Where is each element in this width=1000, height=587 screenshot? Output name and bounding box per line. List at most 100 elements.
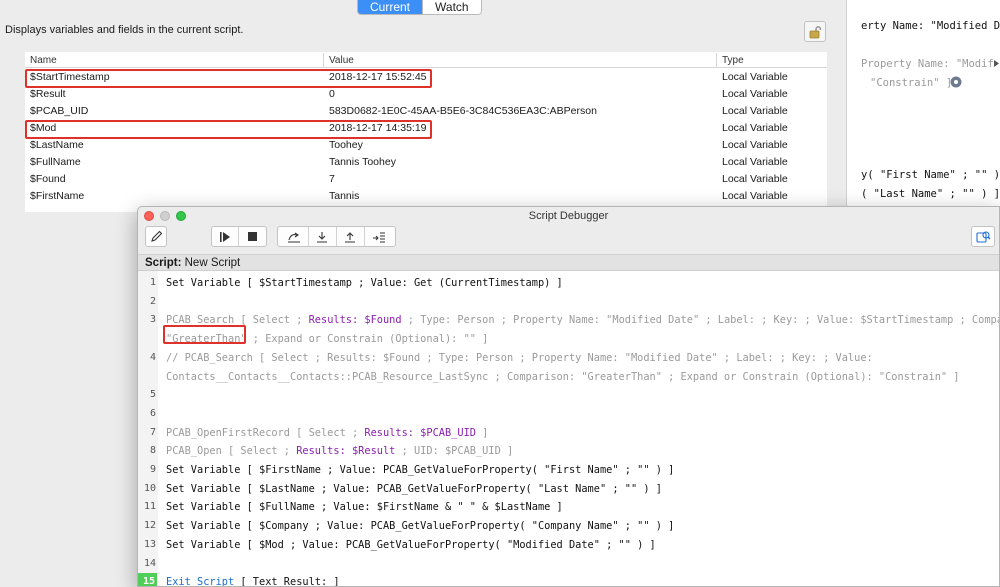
set-next-step-button[interactable]	[365, 227, 393, 246]
line-number[interactable]: 14	[138, 555, 156, 574]
variable-value-cell: 2018-12-17 14:35:19	[329, 122, 427, 134]
variable-value-cell: 583D0682-1E0C-45AA-B5E6-3C84C536EA3C:ABP…	[329, 105, 597, 117]
step-out-button[interactable]	[337, 227, 365, 246]
script-token: Set Variable [ $FirstName ; Value: PCAB_…	[166, 464, 675, 476]
script-token: "GreaterThan"	[166, 333, 247, 346]
table-row[interactable]: $Result 0 Local Variable	[25, 85, 827, 102]
script-step-text: Set Variable [ $FirstName ; Value: PCAB_…	[166, 461, 674, 480]
script-step-line[interactable]: 2	[138, 293, 999, 312]
variable-name-cell: $Result	[30, 88, 66, 100]
line-number[interactable]: 9	[138, 461, 156, 480]
line-number[interactable]: 7	[138, 424, 156, 443]
title-bar[interactable]: Script Debugger	[138, 207, 999, 224]
script-step-line[interactable]: 6	[138, 405, 999, 424]
script-step-line[interactable]: 7 PCAB_OpenFirstRecord [ Select ; Results…	[138, 424, 999, 443]
script-step-text: Set Variable [ $LastName ; Value: PCAB_G…	[166, 480, 662, 499]
pencil-icon	[150, 230, 162, 242]
column-header-type[interactable]: Type	[722, 55, 744, 66]
tab-watch[interactable]: Watch	[422, 0, 481, 14]
script-step-text: // PCAB_Search [ Select ; Results: $Foun…	[166, 349, 873, 368]
variable-value-cell: 7	[329, 173, 335, 185]
variable-type-cell: Local Variable	[722, 88, 788, 100]
variable-type-cell: Local Variable	[722, 105, 788, 117]
variable-name-cell: $FullName	[30, 156, 81, 168]
step-over-button[interactable]	[281, 227, 309, 246]
line-number[interactable]: 11	[138, 498, 156, 517]
script-code-area[interactable]: 1 Set Variable [ $StartTimestamp ; Value:…	[138, 271, 999, 587]
variable-type-cell: Local Variable	[722, 71, 788, 83]
script-name-bar: Script: New Script	[138, 254, 999, 271]
bg-line: erty Name: "Modified Date	[861, 20, 1000, 32]
halt-button[interactable]	[239, 227, 266, 246]
column-header-value[interactable]: Value	[329, 55, 354, 66]
script-step-line[interactable]: 1 Set Variable [ $StartTimestamp ; Value:…	[138, 274, 999, 293]
script-step-line[interactable]: 10 Set Variable [ $LastName ; Value: PCAB…	[138, 480, 999, 499]
scroll-arrow-icon[interactable]	[993, 59, 1000, 68]
table-row[interactable]: $StartTimestamp 2018-12-17 15:52:45 Local …	[25, 68, 827, 85]
variable-value-cell: 2018-12-17 15:52:45	[329, 71, 427, 83]
script-step-line[interactable]: Contacts__Contacts__Contacts::PCAB_Resou…	[138, 368, 999, 387]
script-step-text: Set Variable [ $StartTimestamp ; Value: …	[166, 274, 563, 293]
table-row[interactable]: $Mod 2018-12-17 14:35:19 Local Variable	[25, 119, 827, 136]
variable-type-cell: Local Variable	[722, 173, 788, 185]
table-row[interactable]: $PCAB_UID 583D0682-1E0C-45AA-B5E6-3C84C53…	[25, 102, 827, 119]
line-number[interactable]: 2	[138, 293, 156, 312]
script-step-line[interactable]: 11 Set Variable [ $FullName ; Value: $Fir…	[138, 498, 999, 517]
step-into-button[interactable]	[309, 227, 337, 246]
variable-value-cell: Tannis	[329, 190, 360, 202]
line-number[interactable]: 8	[138, 442, 156, 461]
script-token: Set Variable [ $LastName ; Value: PCAB_G…	[166, 482, 662, 495]
viewer-description: Displays variables and fields in the cur…	[5, 24, 244, 36]
variable-type-cell: Local Variable	[722, 139, 788, 151]
table-row[interactable]: $Found 7 Local Variable	[25, 170, 827, 187]
script-token: ; UID: $PCAB_UID ]	[395, 445, 514, 458]
script-step-line[interactable]: 3 PCAB_Search [ Select ; Results: $Found …	[138, 311, 999, 330]
tab-current[interactable]: Current	[358, 0, 423, 14]
variable-name-cell: $LastName	[30, 139, 84, 151]
line-number[interactable]: 10	[138, 480, 156, 499]
script-token: ; Type: Person ; Property Name: "Modifie…	[401, 314, 1000, 327]
script-step-line[interactable]: 8 PCAB_Open [ Select ; Results: $Result ;…	[138, 442, 999, 461]
variable-name-cell: $FirstName	[30, 190, 85, 202]
variable-name-cell: $PCAB_UID	[30, 105, 89, 117]
run-button[interactable]	[212, 227, 240, 246]
data-viewer-button[interactable]	[971, 226, 995, 247]
script-name: New Script	[184, 257, 241, 269]
line-number[interactable]: 13	[138, 536, 156, 555]
script-step-line[interactable]: "GreaterThan" ; Expand or Constrain (Opt…	[138, 330, 999, 349]
variable-type-cell: Local Variable	[722, 190, 788, 202]
bg-line: Property Name: "Modified D	[861, 58, 1000, 70]
bg-line: ( "Last Name" ; "" ) ]	[861, 188, 1000, 200]
column-header-name[interactable]: Name	[30, 55, 57, 66]
script-step-line[interactable]: 5	[138, 386, 999, 405]
line-number[interactable]: 15	[138, 573, 157, 586]
script-step-line[interactable]: 9 Set Variable [ $FirstName ; Value: PCAB…	[138, 461, 999, 480]
script-step-line[interactable]: 13 Set Variable [ $Mod ; Value: PCAB_GetV…	[138, 536, 999, 555]
script-token: [ Text Result: ]	[234, 576, 340, 587]
edit-script-button[interactable]	[145, 226, 167, 247]
play-icon	[220, 231, 230, 242]
step-controls	[277, 226, 396, 247]
line-number[interactable]: 12	[138, 517, 156, 536]
gear-icon[interactable]	[950, 76, 962, 88]
line-number[interactable]: 4	[138, 349, 156, 368]
script-debugger-window: Script Debugger Script: New Script 1 Set…	[137, 206, 1000, 587]
variable-value-cell: Toohey	[329, 139, 363, 151]
script-token: Results: $Found	[308, 314, 402, 327]
script-step-line[interactable]: 4 // PCAB_Search [ Select ; Results: $Fou…	[138, 349, 999, 368]
script-step-line[interactable]: 14	[138, 555, 999, 574]
table-row[interactable]: $FullName Tannis Toohey Local Variable	[25, 153, 827, 170]
script-token: Set Variable [ $StartTimestamp ; Value: …	[166, 277, 563, 289]
variable-name-cell: $Found	[30, 173, 66, 185]
script-step-line[interactable]: 12 Set Variable [ $Company ; Value: PCAB_…	[138, 517, 999, 536]
line-number[interactable]: 6	[138, 405, 156, 424]
table-row[interactable]: $LastName Toohey Local Variable	[25, 136, 827, 153]
line-number[interactable]: 3	[138, 311, 156, 330]
table-row[interactable]: $FirstName Tannis Local Variable	[25, 187, 827, 204]
script-step-text: "GreaterThan" ; Expand or Constrain (Opt…	[166, 330, 488, 349]
line-number[interactable]: 1	[138, 274, 156, 293]
lock-icon	[809, 25, 822, 38]
line-number[interactable]: 5	[138, 386, 156, 405]
lock-button[interactable]	[804, 21, 826, 42]
script-step-line[interactable]: 15 Exit Script [ Text Result: ]	[138, 573, 999, 587]
